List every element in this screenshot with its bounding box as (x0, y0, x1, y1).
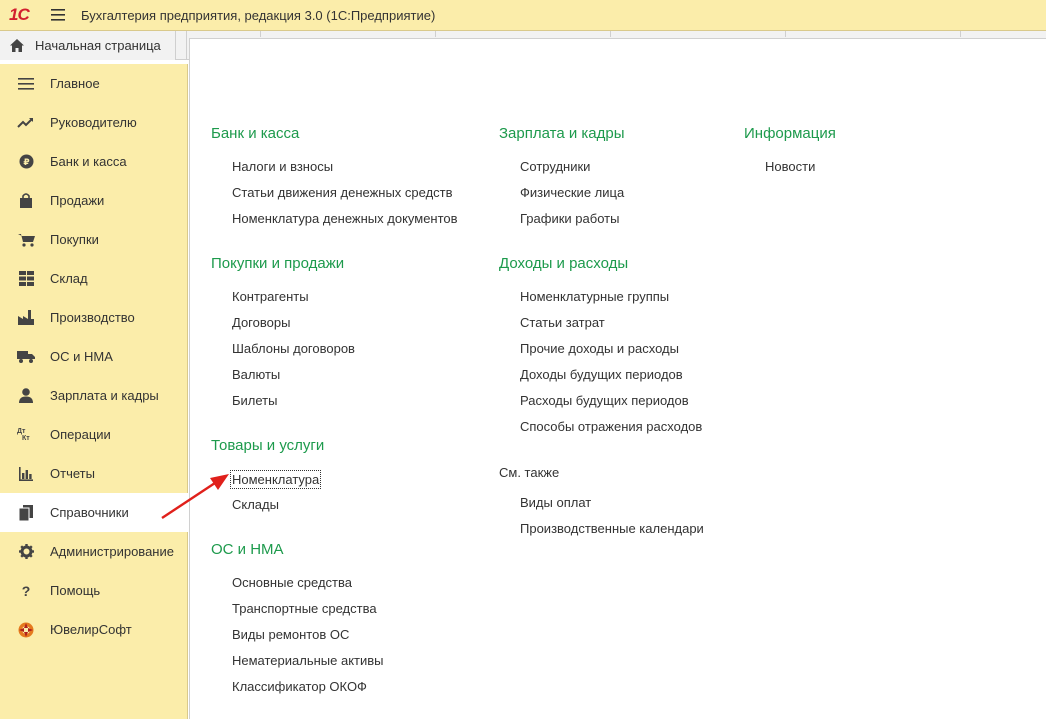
section-title-info: Информация (744, 125, 836, 142)
section-title-os-nma: ОС и НМА (211, 541, 284, 558)
content-panel: Банк и касса Налоги и взносы Статьи движ… (189, 38, 1046, 719)
link-money-docs[interactable]: Номенклатура денежных документов (232, 211, 458, 226)
section-title-income-expense: Доходы и расходы (499, 255, 629, 272)
sidebar-item-label: Администрирование (50, 544, 174, 559)
sidebar-item-purchases[interactable]: Покупки (0, 220, 188, 259)
link-cashflow-items[interactable]: Статьи движения денежных средств (232, 185, 453, 200)
hamburger-icon (51, 9, 65, 21)
sidebar-item-label: Руководителю (50, 115, 137, 130)
sidebar-item-salary[interactable]: Зарплата и кадры (0, 376, 188, 415)
link-fixed-assets[interactable]: Основные средства (232, 575, 352, 590)
link-employees[interactable]: Сотрудники (520, 159, 590, 174)
link-taxes[interactable]: Налоги и взносы (232, 159, 333, 174)
link-other-income[interactable]: Прочие доходы и расходы (520, 341, 679, 356)
link-counterparties[interactable]: Контрагенты (232, 289, 309, 304)
link-payment-types[interactable]: Виды оплат (520, 495, 591, 510)
section-title-salary: Зарплата и кадры (499, 125, 625, 142)
sidebar-item-label: Покупки (50, 232, 99, 247)
sidebar-item-production[interactable]: Производство (0, 298, 188, 337)
link-cost-items[interactable]: Статьи затрат (520, 315, 605, 330)
link-tickets[interactable]: Билеты (232, 393, 277, 408)
sidebar-item-warehouse[interactable]: Склад (0, 259, 188, 298)
trend-icon (17, 114, 35, 132)
section-title-bank: Банк и касса (211, 125, 300, 142)
grid-icon (17, 270, 35, 288)
link-currencies[interactable]: Валюты (232, 367, 280, 382)
link-news[interactable]: Новости (765, 159, 815, 174)
link-future-income[interactable]: Доходы будущих периодов (520, 367, 683, 382)
sidebar-item-bank[interactable]: ₽ Банк и касса (0, 142, 188, 181)
link-expense-methods[interactable]: Способы отражения расходов (520, 419, 702, 434)
link-individuals[interactable]: Физические лица (520, 185, 624, 200)
app-title: Бухгалтерия предприятия, редакция 3.0 (1… (81, 7, 436, 23)
sidebar-item-manager[interactable]: Руководителю (0, 103, 188, 142)
link-work-schedules[interactable]: Графики работы (520, 211, 619, 226)
link-future-expenses[interactable]: Расходы будущих периодов (520, 393, 689, 408)
sidebar-item-label: Помощь (50, 583, 101, 598)
sidebar-item-label: Справочники (50, 505, 129, 520)
sidebar-item-help[interactable]: ? Помощь (0, 571, 188, 610)
sidebar-item-main[interactable]: Главное (0, 64, 188, 103)
sidebar-item-admin[interactable]: Администрирование (0, 532, 188, 571)
home-icon (10, 39, 24, 52)
bar-chart-icon (17, 465, 35, 483)
link-intangible-assets[interactable]: Нематериальные активы (232, 653, 384, 668)
annotation-arrow (161, 474, 229, 520)
person-icon (17, 387, 35, 405)
sidebar-item-label: Производство (50, 310, 135, 325)
sidebar-item-operations[interactable]: Дт Кт Операции (0, 415, 188, 454)
sidebar: Главное Руководителю ₽ Банк и касса Прод… (0, 64, 188, 719)
gear-icon (17, 543, 35, 561)
sidebar-item-label: Главное (50, 76, 100, 91)
sidebar-item-sales[interactable]: Продажи (0, 181, 188, 220)
books-icon (17, 504, 35, 522)
tab-home[interactable]: Начальная страница (0, 31, 176, 60)
link-nomenclature[interactable]: Номенклатура (229, 470, 322, 489)
link-contracts[interactable]: Договоры (232, 315, 290, 330)
link-contract-templates[interactable]: Шаблоны договоров (232, 341, 355, 356)
sidebar-item-label: Зарплата и кадры (50, 388, 159, 403)
app-logo: 1С (9, 5, 30, 24)
section-title-goods: Товары и услуги (211, 437, 325, 454)
tab-extra[interactable] (177, 31, 187, 60)
list-icon (17, 75, 35, 93)
dt-kt-icon: Дт Кт (17, 427, 30, 442)
sidebar-item-jewelsoft[interactable]: ЮвелирСофт (0, 610, 188, 649)
title-bar: 1С Бухгалтерия предприятия, редакция 3.0… (0, 0, 1046, 31)
jewel-icon (17, 621, 35, 639)
sidebar-item-label: Продажи (50, 193, 105, 208)
link-repair-types[interactable]: Виды ремонтов ОС (232, 627, 349, 642)
cart-icon (17, 231, 35, 249)
sidebar-item-label: Операции (50, 427, 111, 442)
sidebar-item-label: Отчеты (50, 466, 95, 481)
main-menu-button[interactable] (47, 4, 69, 26)
truck-icon (17, 348, 35, 366)
tab-home-label: Начальная страница (35, 38, 161, 53)
sidebar-item-os-nma[interactable]: ОС и НМА (0, 337, 188, 376)
sidebar-item-label: Банк и касса (50, 154, 127, 169)
sidebar-item-label: ОС и НМА (50, 349, 113, 364)
sidebar-item-label: Склад (50, 271, 88, 286)
sidebar-item-label: ЮвелирСофт (50, 622, 132, 637)
coin-icon: ₽ (17, 153, 35, 171)
section-title-see-also: См. также (499, 465, 560, 480)
link-production-calendars[interactable]: Производственные календари (520, 521, 704, 536)
svg-text:₽: ₽ (23, 158, 29, 168)
bag-icon (17, 192, 35, 210)
link-okof[interactable]: Классификатор ОКОФ (232, 679, 367, 694)
factory-icon (17, 309, 35, 327)
question-icon: ? (21, 582, 31, 599)
link-nomenclature-groups[interactable]: Номенклатурные группы (520, 289, 669, 304)
link-vehicles[interactable]: Транспортные средства (232, 601, 377, 616)
section-title-purchases-sales: Покупки и продажи (211, 255, 345, 272)
